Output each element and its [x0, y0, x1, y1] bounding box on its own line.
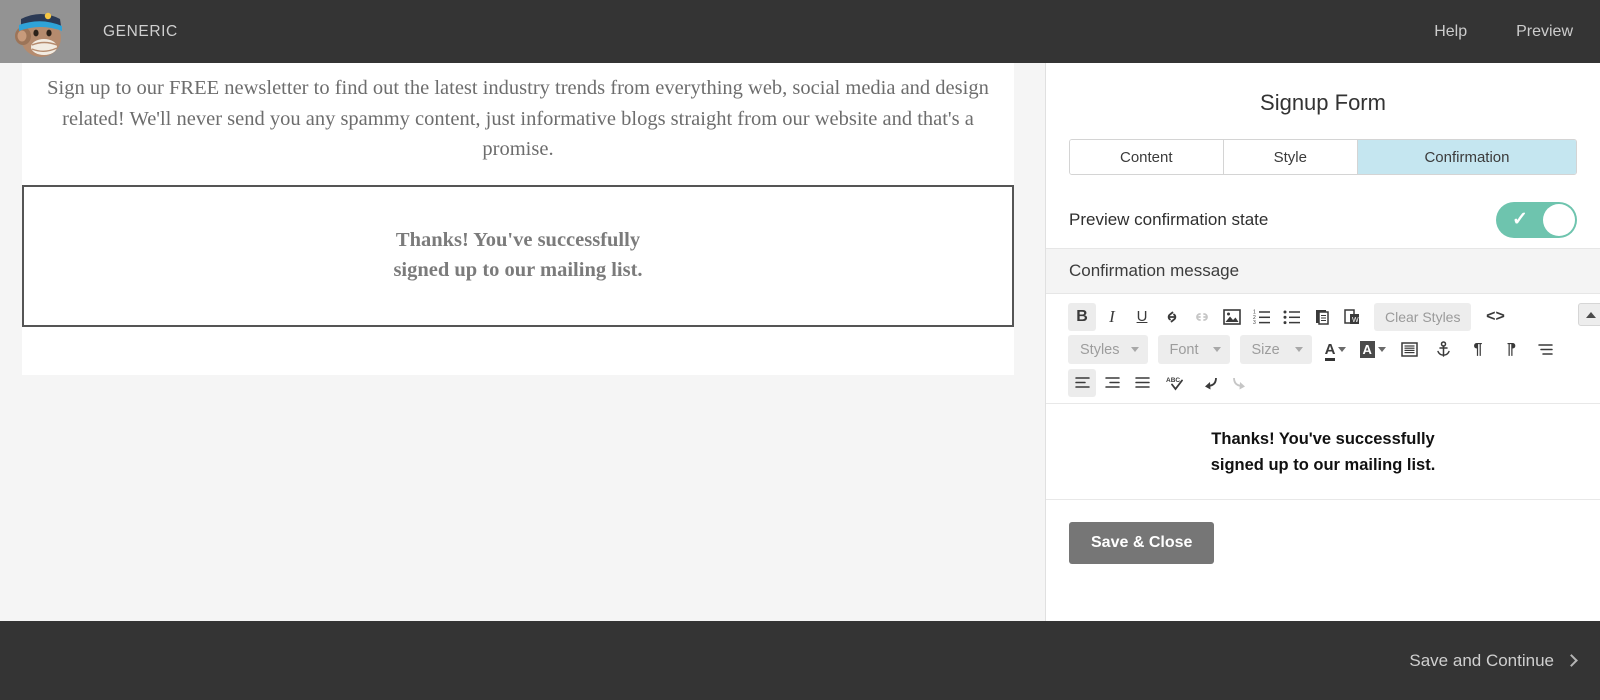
line-height-icon[interactable]: [1532, 336, 1560, 364]
align-left-icon[interactable]: [1068, 368, 1096, 397]
font-select-label: Font: [1169, 341, 1199, 358]
ltr-direction-icon[interactable]: ¶: [1464, 336, 1492, 364]
save-and-close-button[interactable]: Save & Close: [1069, 522, 1215, 564]
tab-confirmation[interactable]: Confirmation: [1357, 140, 1576, 174]
tab-style[interactable]: Style: [1223, 140, 1358, 174]
font-select[interactable]: Font: [1157, 335, 1230, 364]
logo-tile[interactable]: [0, 0, 80, 63]
preview-confirmation-row: Preview confirmation state ✓: [1046, 191, 1600, 249]
align-justify-icon[interactable]: [1128, 369, 1156, 397]
save-and-continue-button[interactable]: Save and Continue: [1409, 650, 1578, 671]
bottom-bar: Save and Continue: [0, 621, 1600, 700]
preview-link[interactable]: Preview: [1516, 23, 1573, 41]
top-bar: GENERIC Help Preview: [0, 0, 1600, 63]
editor-line-2: signed up to our mailing list.: [1210, 455, 1436, 474]
toolbar-row-2: Styles Font Size A A ¶ ¶: [1068, 333, 1590, 366]
brand-name: GENERIC: [103, 22, 178, 40]
intro-paragraph: Sign up to our FREE newsletter to find o…: [47, 77, 989, 160]
redo-icon: [1226, 369, 1254, 397]
panel-title: Signup Form: [1260, 90, 1386, 115]
confirmation-line-2: signed up to our mailing list.: [393, 258, 643, 281]
form-preview-pane: Sign up to our FREE newsletter to find o…: [0, 63, 1045, 621]
svg-text:ABC: ABC: [1166, 377, 1180, 384]
image-icon[interactable]: [1218, 303, 1246, 331]
source-code-icon[interactable]: <>: [1481, 303, 1509, 331]
collapse-toolbar-icon[interactable]: [1578, 303, 1600, 326]
styles-select[interactable]: Styles: [1068, 335, 1148, 364]
confirmation-message-editor[interactable]: Thanks! You've successfully signed up to…: [1046, 404, 1600, 500]
background-color-icon[interactable]: A: [1357, 336, 1389, 364]
chevron-down-icon: [1130, 347, 1139, 352]
panel-tabs: Content Style Confirmation: [1069, 139, 1577, 175]
chevron-down-icon: [1294, 347, 1303, 352]
chevron-down-icon: [1212, 347, 1221, 352]
mailchimp-freddie-logo: [11, 6, 69, 58]
check-icon: ✓: [1512, 209, 1528, 230]
settings-panel: Signup Form Content Style Confirmation P…: [1045, 63, 1600, 621]
svg-text:3: 3: [1253, 320, 1256, 325]
link-icon[interactable]: [1158, 303, 1186, 331]
styles-select-label: Styles: [1080, 341, 1120, 358]
block-format-icon[interactable]: [1396, 336, 1424, 364]
rtl-direction-icon[interactable]: ¶: [1498, 336, 1526, 364]
save-and-continue-label: Save and Continue: [1409, 650, 1554, 670]
chevron-right-icon: [1565, 654, 1578, 667]
text-color-icon[interactable]: A: [1322, 336, 1350, 364]
anchor-icon[interactable]: [1430, 336, 1458, 364]
bold-icon[interactable]: B: [1068, 302, 1096, 331]
confirmation-message-header: Confirmation message: [1046, 249, 1600, 294]
italic-icon[interactable]: I: [1098, 303, 1126, 331]
save-area: Save & Close: [1046, 500, 1600, 564]
size-select[interactable]: Size: [1239, 335, 1312, 364]
signup-form-card: Sign up to our FREE newsletter to find o…: [22, 63, 1014, 375]
ordered-list-icon[interactable]: 123: [1248, 303, 1276, 331]
unordered-list-icon[interactable]: [1278, 303, 1306, 331]
top-bar-links: Help Preview: [1434, 23, 1600, 41]
svg-text:W: W: [1352, 317, 1359, 324]
editor-toolbar: B I U 123 W Clear Styles <> Styles Font …: [1046, 294, 1600, 404]
confirmation-line-1: Thanks! You've successfully: [395, 228, 641, 251]
tab-content[interactable]: Content: [1070, 140, 1224, 174]
undo-icon[interactable]: [1196, 369, 1224, 397]
spellcheck-icon[interactable]: ABC: [1162, 369, 1190, 397]
confirmation-message-block[interactable]: Thanks! You've successfully signed up to…: [22, 184, 1014, 327]
size-select-label: Size: [1251, 341, 1280, 358]
paste-from-word-icon[interactable]: W: [1338, 303, 1366, 331]
editor-line-1: Thanks! You've successfully: [1211, 429, 1435, 448]
unlink-icon: [1188, 303, 1216, 331]
align-right-icon[interactable]: [1098, 369, 1126, 397]
toolbar-row-3: ABC: [1068, 366, 1590, 399]
clear-styles-button[interactable]: Clear Styles: [1374, 302, 1472, 331]
underline-icon[interactable]: U: [1128, 303, 1156, 331]
preview-confirmation-toggle[interactable]: ✓: [1496, 201, 1577, 238]
preview-confirmation-label: Preview confirmation state: [1069, 209, 1269, 229]
toolbar-row-1: B I U 123 W Clear Styles <>: [1068, 300, 1600, 333]
help-link[interactable]: Help: [1434, 23, 1467, 41]
toggle-knob: [1543, 203, 1575, 236]
paste-icon[interactable]: [1308, 303, 1336, 331]
